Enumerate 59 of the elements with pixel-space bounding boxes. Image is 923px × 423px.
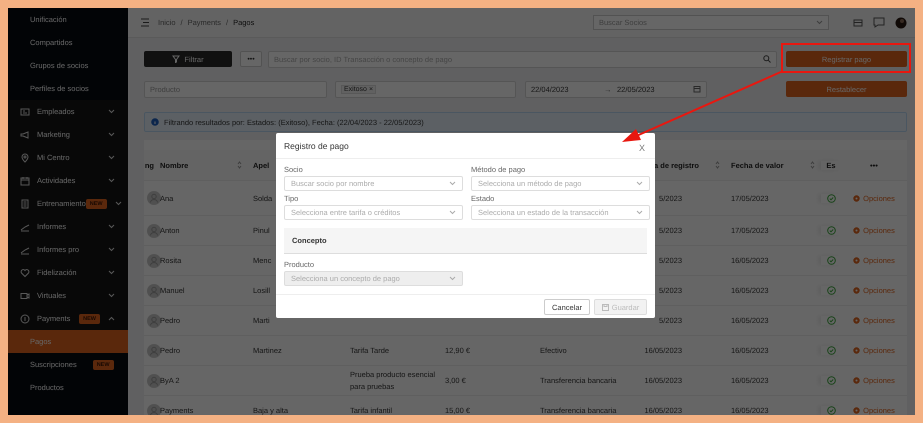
chevron-icon xyxy=(108,155,115,160)
chevron-icon xyxy=(816,20,823,25)
user-avatar-icon xyxy=(147,284,161,298)
gear-icon xyxy=(853,227,860,234)
chevron-icon xyxy=(108,132,115,137)
gear-icon xyxy=(853,257,860,264)
chat-icon xyxy=(873,17,885,28)
gear-icon xyxy=(853,317,860,324)
user-avatar-icon xyxy=(147,344,161,358)
coin-icon xyxy=(20,314,30,324)
user-avatar-icon xyxy=(147,314,161,328)
chevron-icon xyxy=(449,181,456,186)
chevron-icon xyxy=(114,201,122,206)
chevron-icon xyxy=(108,293,115,298)
check-circle-icon xyxy=(826,376,836,385)
chart-line-icon xyxy=(20,222,30,232)
check-circle-icon xyxy=(826,316,836,325)
chevron-icon xyxy=(449,276,456,281)
card-icon xyxy=(853,18,863,26)
dialog-title: Registro de pago xyxy=(284,140,349,150)
funnel-icon xyxy=(172,55,180,63)
user-avatar-icon xyxy=(147,404,161,415)
calendar-icon xyxy=(20,176,30,186)
info-icon xyxy=(151,118,159,126)
chevron-icon xyxy=(108,178,115,183)
check-circle-icon xyxy=(826,406,836,415)
user-avatar-icon xyxy=(147,224,161,238)
gear-icon xyxy=(853,347,860,354)
video-camera-icon xyxy=(20,290,30,300)
user-avatar-icon xyxy=(895,16,907,28)
gear-icon xyxy=(853,194,860,202)
user-avatar-icon xyxy=(147,254,161,268)
chevron-icon xyxy=(108,316,115,321)
menu-icon xyxy=(140,18,150,27)
gear-icon xyxy=(853,287,860,294)
user-avatar-icon xyxy=(147,374,161,388)
chevron-icon xyxy=(108,247,115,252)
gear-icon xyxy=(853,377,860,384)
check-circle-icon xyxy=(826,226,836,235)
location-pin-icon xyxy=(20,152,30,162)
check-circle-icon xyxy=(826,346,836,355)
chevron-icon xyxy=(108,109,115,114)
heart-icon xyxy=(20,268,30,278)
chevron-icon xyxy=(636,210,643,215)
check-circle-icon xyxy=(826,256,836,265)
chevron-icon xyxy=(636,181,643,186)
chevron-icon xyxy=(108,224,115,229)
user-avatar-icon xyxy=(147,191,161,205)
check-circle-icon xyxy=(826,194,836,202)
search-icon xyxy=(763,55,771,63)
clipboard-icon xyxy=(20,198,30,208)
id-card-icon xyxy=(20,106,30,116)
close-button[interactable]: X xyxy=(636,142,647,152)
chevron-icon xyxy=(449,210,456,215)
megaphone-icon xyxy=(20,130,30,140)
chevron-icon xyxy=(108,270,115,275)
calendar-icon xyxy=(693,85,701,93)
check-circle-icon xyxy=(826,286,836,295)
chart-line-icon xyxy=(20,244,30,254)
